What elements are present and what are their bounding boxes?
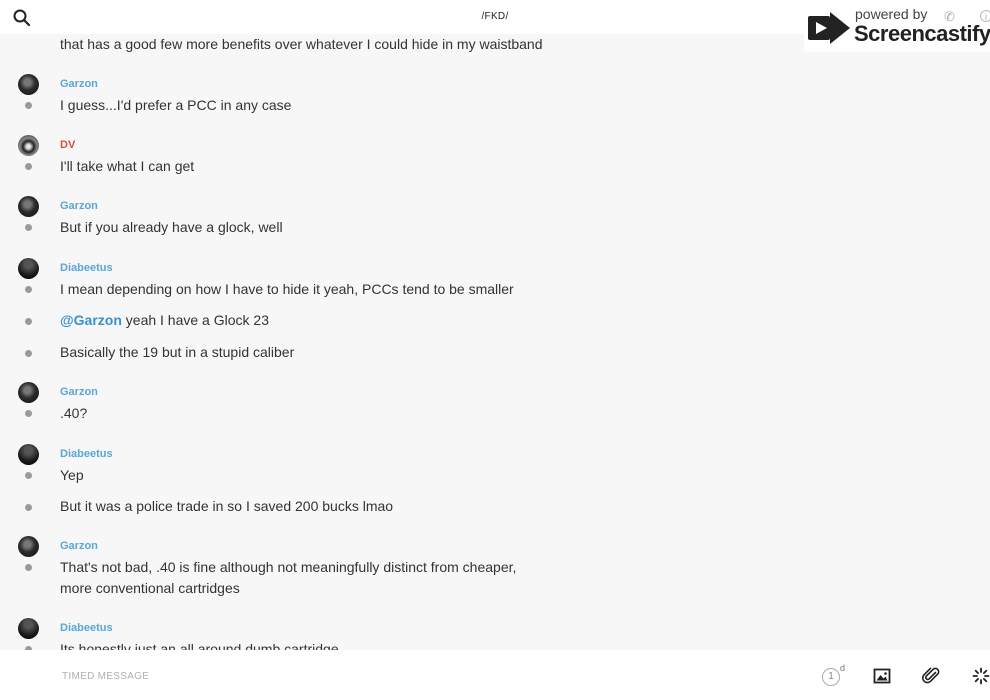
status-dot [25, 350, 32, 357]
message-author[interactable]: Diabeetus [60, 622, 113, 634]
avatar[interactable] [18, 196, 39, 217]
status-dot [25, 564, 32, 571]
timer-button[interactable]: 1 [822, 668, 840, 686]
status-dot [25, 318, 32, 325]
status-dot [25, 102, 32, 109]
message-text: @Garzon yeah I have a Glock 23 [60, 310, 269, 331]
message-text-body: yeah I have a Glock 23 [121, 312, 269, 328]
status-dot [25, 472, 32, 479]
avatar[interactable] [18, 444, 39, 465]
screencastify-watermark: powered by Screencastify ✆ i [804, 4, 990, 52]
message-author[interactable]: DV [60, 139, 75, 151]
composer-bar: 1 d [0, 650, 990, 700]
avatar[interactable] [18, 74, 39, 95]
message-author[interactable]: Garzon [60, 540, 98, 552]
avatar[interactable] [18, 382, 39, 403]
phone-icon[interactable]: ✆ [944, 9, 955, 25]
message-author[interactable]: Diabeetus [60, 448, 113, 460]
message-text: That's not bad, .40 is fine although not… [60, 559, 517, 575]
message-text: I mean depending on how I have to hide i… [60, 281, 514, 297]
screencastify-logo-icon [808, 12, 850, 44]
user-mention[interactable]: @Garzon [60, 312, 122, 328]
message-text: that has a good few more benefits over w… [60, 36, 543, 52]
avatar[interactable] [18, 258, 39, 279]
message-text: .40? [60, 405, 88, 421]
attachment-icon[interactable] [921, 666, 941, 686]
status-dot [25, 224, 32, 231]
avatar[interactable] [18, 618, 39, 639]
avatar[interactable] [18, 536, 39, 557]
status-dot [25, 163, 32, 170]
watermark-brand: Screencastify [854, 21, 990, 46]
message-text: Yep [60, 467, 84, 483]
timer-unit: d [840, 663, 846, 673]
message-text-line2: more conventional cartridges [60, 580, 240, 596]
avatar[interactable] [18, 135, 39, 156]
watermark-powered-by: powered by [855, 6, 928, 22]
message-text: I'll take what I can get [60, 158, 195, 174]
timed-message-input[interactable] [60, 665, 764, 687]
message-text: But if you already have a glock, well [60, 219, 283, 235]
message-text: Its honestly just an all around dumb car… [60, 641, 339, 650]
status-dot [25, 504, 32, 511]
message-text: I guess...I'd prefer a PCC in any case [60, 97, 292, 113]
status-dot [25, 286, 32, 293]
message-author[interactable]: Garzon [60, 78, 98, 90]
message-author[interactable]: Garzon [60, 200, 98, 212]
message-author[interactable]: Garzon [60, 386, 98, 398]
status-dot [25, 410, 32, 417]
message-author[interactable]: Diabeetus [60, 262, 113, 274]
message-list[interactable]: that has a good few more benefits over w… [0, 34, 990, 650]
image-icon[interactable] [872, 666, 892, 686]
loading-spinner-icon[interactable] [971, 666, 990, 686]
info-icon[interactable]: i [980, 10, 990, 22]
message-text: Basically the 19 but in a stupid caliber [60, 344, 295, 360]
message-text: But it was a police trade in so I saved … [60, 498, 394, 514]
